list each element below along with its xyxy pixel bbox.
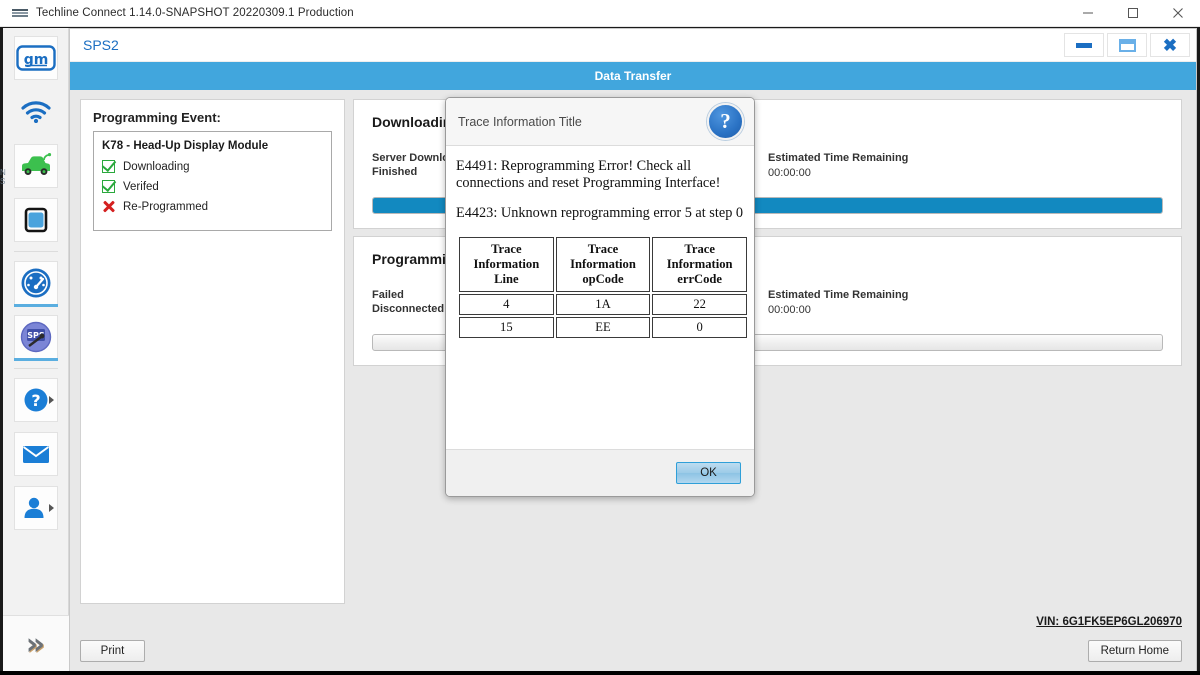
column-header-line: Trace Information Line [459,237,554,292]
os-window-controls [1065,0,1200,27]
column-header-opcode: Trace Information opCode [555,237,651,292]
status-row-verified: Verifed [102,180,323,193]
sps2-minimize-button[interactable] [1064,33,1104,57]
trace-information-dialog: Trace Information Title ? E4491: Reprogr… [445,97,755,497]
dialog-body: E4491: Reprogramming Error! Check all co… [446,146,754,449]
sidebar-item-mail[interactable] [13,432,58,476]
stage-eta: Estimated Time Remaining 00:00:00 [768,288,908,318]
sidebar-item-device[interactable] [13,198,58,242]
sidebar-collapse-button[interactable]: » [2,615,69,673]
sidebar-item-wifi[interactable] [14,90,58,134]
wifi-icon [20,101,51,123]
cell-line: 15 [459,317,554,338]
diagnostics-gauge-icon [21,268,50,298]
sps2-window-controls: ✖ [1064,33,1190,57]
sps-icon: SPS [20,321,51,353]
print-button[interactable]: Print [80,640,145,662]
trace-information-table: Trace Information Line Trace Information… [457,235,749,340]
help-icon[interactable]: ? [707,103,744,140]
cell-opcode: 1A [555,294,651,315]
eta-value: 00:00:00 [768,167,811,179]
vin-label: VIN: 6G1FK5EP6GL206970 [1036,616,1182,628]
vehicle-icon [21,153,51,175]
dialog-header: Trace Information Title ? [446,98,754,146]
status-label: Verifed [123,180,159,193]
os-minimize-button[interactable] [1065,0,1110,27]
close-icon: ✖ [1162,35,1178,55]
table-row: 4 1A 22 [459,294,747,315]
table-row: 15 EE 0 [459,317,747,338]
sidebar-collapse-label: » [25,626,46,662]
os-window-title: Techline Connect 1.14.0-SNAPSHOT 2022030… [36,7,354,19]
stage-eta: Estimated Time Remaining 00:00:00 [768,151,908,181]
sidebar-item-vehicle[interactable] [13,144,58,188]
check-icon [102,180,115,193]
application-window: Techline Connect 1.14.0-SNAPSHOT 2022030… [0,0,1200,675]
return-home-button[interactable]: Return Home [1087,640,1182,662]
eta-value: 00:00:00 [768,304,811,316]
status-label: Downloading [123,160,190,173]
svg-text:?: ? [31,391,40,410]
check-icon [102,160,115,173]
sidebar-item-help[interactable]: ? [13,378,58,422]
help-icon: ? [24,388,47,412]
sps2-header: SPS2 ✖ [70,29,1196,62]
sps2-title: SPS2 [83,37,119,53]
device-icon [24,207,47,233]
bottom-edge [0,671,1200,675]
table-header-row: Trace Information Line Trace Information… [459,237,747,292]
sidebar-item-diagnostics[interactable] [13,261,58,307]
cell-opcode: EE [555,317,651,338]
cell-errcode: 0 [652,317,747,338]
left-sidebar: gm SPS ? » [2,28,69,673]
x-mark-icon [102,200,115,213]
column-header-errcode: Trace Information errCode [652,237,747,292]
sps2-close-button[interactable]: ✖ [1150,33,1190,57]
os-maximize-button[interactable] [1110,0,1155,27]
error-message-2: E4423: Unknown reprogramming error 5 at … [456,205,744,221]
eta-label: Estimated Time Remaining [768,289,909,301]
mail-icon [22,446,49,463]
status-row-downloading: Downloading [102,160,323,173]
gm-logo-icon: gm [15,45,56,71]
user-icon [24,497,43,518]
sidebar-item-user[interactable] [13,486,58,530]
data-transfer-banner: Data Transfer [70,62,1196,90]
chevron-right-icon [48,396,54,404]
status-row-reprogrammed: Re-Programmed [102,200,323,213]
programming-event-module: K78 - Head-Up Display Module [102,140,269,152]
dialog-footer: OK [446,449,754,496]
stage-status: Failed Disconnected [372,289,445,315]
programming-event-box: K78 - Head-Up Display Module Downloading… [93,131,332,231]
status-label: Re-Programmed [123,200,208,213]
cell-errcode: 22 [652,294,747,315]
dialog-title: Trace Information Title [458,114,582,129]
sps2-maximize-button[interactable] [1107,33,1147,57]
sidebar-ghost-label: N S [0,168,6,186]
programming-event-panel: Programming Event: K78 - Head-Up Display… [80,99,345,604]
app-logo-icon [12,6,28,20]
os-close-button[interactable] [1155,0,1200,27]
chevron-right-icon [48,504,54,512]
os-title-bar: Techline Connect 1.14.0-SNAPSHOT 2022030… [0,0,1200,27]
programming-event-title: Programming Event: [93,110,221,125]
ok-button[interactable]: OK [676,462,741,484]
sidebar-item-gm-logo[interactable]: gm [13,36,58,80]
sidebar-item-sps[interactable]: SPS [13,315,58,361]
eta-label: Estimated Time Remaining [768,152,909,164]
maximize-icon [1118,38,1136,52]
minimize-icon [1076,42,1092,48]
error-message-1: E4491: Reprogramming Error! Check all co… [456,158,721,191]
cell-line: 4 [459,294,554,315]
